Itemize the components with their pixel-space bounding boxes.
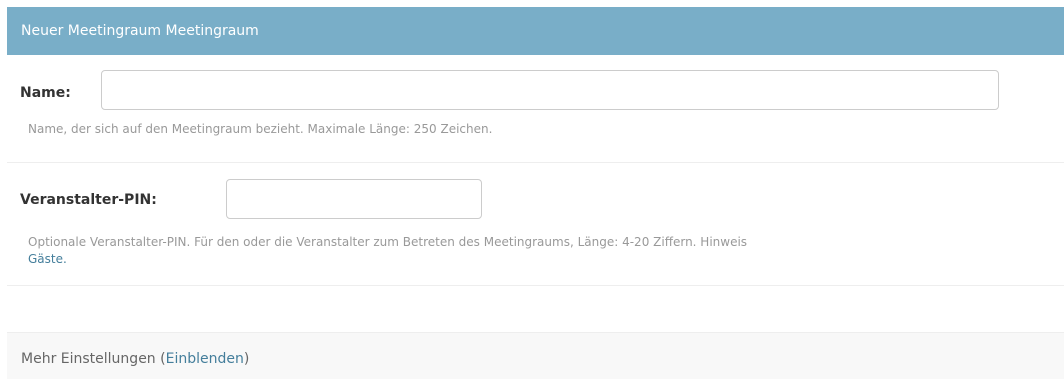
more-settings-bar: Mehr Einstellungen (Einblenden) [7,332,1064,379]
pin-help-link[interactable]: Gäste. [28,251,1064,268]
pin-row: Veranstalter-PIN: Optionale Veranstalter… [7,164,1064,286]
name-help-text: Name, der sich auf den Meetingraum bezie… [28,122,493,136]
show-more-settings-link[interactable]: Einblenden [166,351,244,367]
form-frame: Neuer Meetingraum Meetingraum Name: Name… [0,0,1064,379]
form-title: Neuer Meetingraum Meetingraum [21,23,259,39]
name-label: Name: [20,85,71,101]
pin-input[interactable] [226,179,482,219]
pin-help-text: Optionale Veranstalter-PIN. Für den oder… [28,234,1064,268]
form-header: Neuer Meetingraum Meetingraum [7,7,1064,55]
more-settings-close-paren: ) [243,351,250,367]
name-row: Name: Name, der sich auf den Meetingraum… [7,55,1064,163]
more-settings-label: Mehr Einstellungen [21,351,156,367]
name-input[interactable] [101,70,999,110]
pin-help-line: Optionale Veranstalter-PIN. Für den oder… [28,235,748,249]
more-settings-open-paren: ( [155,351,166,367]
pin-label: Veranstalter-PIN: [20,192,157,208]
